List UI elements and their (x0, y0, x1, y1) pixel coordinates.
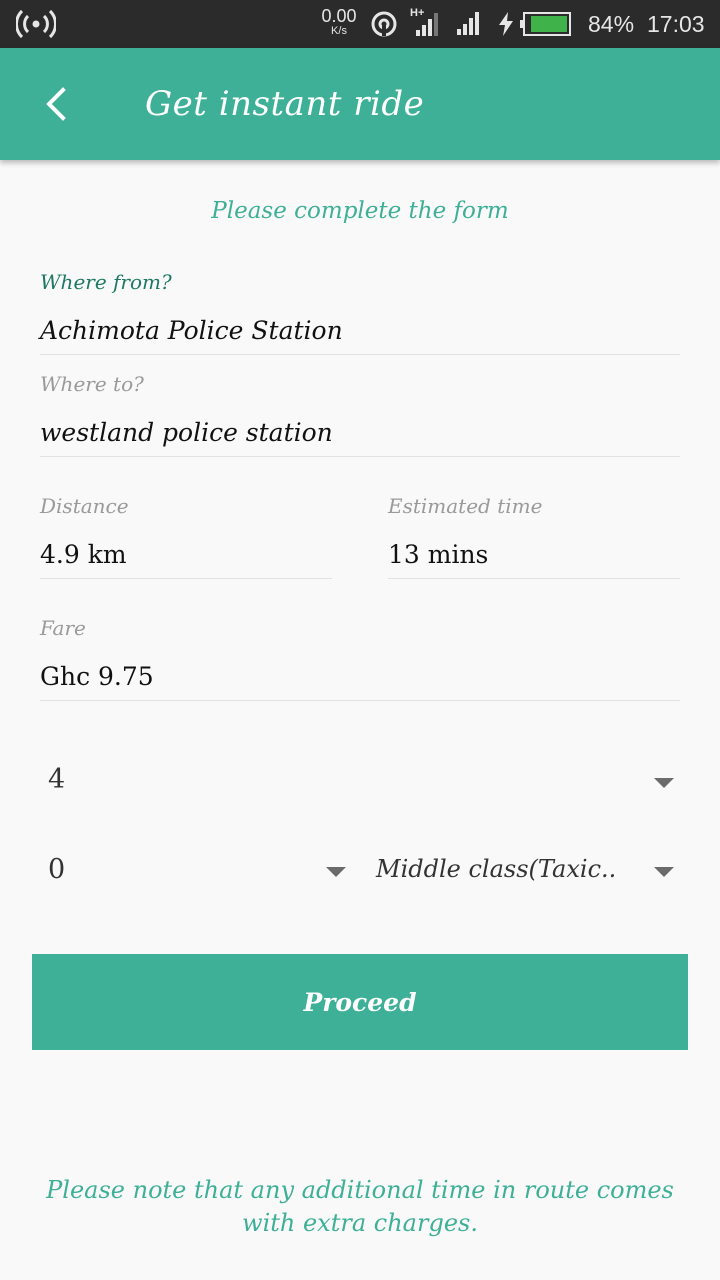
luggage-count-value: 0 (48, 854, 66, 885)
passenger-count-spinner[interactable]: 4 (40, 750, 680, 814)
app-bar: Get instant ride (0, 48, 720, 160)
vehicle-class-spinner[interactable]: Middle class(Taxic.. (368, 840, 680, 904)
hotspot-icon (16, 9, 56, 39)
network-speed: 0.00 K/s (318, 7, 360, 37)
where-from-field[interactable]: Where from? Achimota Police Station (40, 268, 680, 356)
clock: 17:03 (647, 11, 705, 37)
divider (40, 578, 332, 579)
divider (388, 578, 680, 579)
battery-icon (520, 12, 571, 36)
divider (40, 700, 680, 701)
dropdown-arrow-icon (654, 867, 674, 877)
status-bar: 0.00 K/s H+ 84% 17:03 (0, 0, 720, 48)
estimated-time-label: Estimated time (388, 494, 543, 518)
back-arrow-icon[interactable] (36, 82, 76, 126)
where-from-value: Achimota Police Station (40, 316, 343, 345)
speed-value: 0.00 (321, 6, 357, 26)
distance-field: Distance 4.9 km (40, 492, 332, 580)
page-title: Get instant ride (145, 84, 425, 124)
distance-value: 4.9 km (40, 540, 127, 569)
where-to-field[interactable]: Where to? westland police station (40, 370, 680, 458)
where-to-label: Where to? (40, 372, 144, 396)
proceed-button[interactable]: Proceed (32, 954, 688, 1050)
passenger-count-value: 4 (48, 764, 66, 795)
dropdown-arrow-icon (654, 778, 674, 788)
divider (40, 354, 680, 355)
charging-icon (499, 12, 513, 36)
signal-icon (457, 12, 479, 35)
vehicle-class-value: Middle class(Taxic.. (376, 855, 617, 883)
estimated-time-value: 13 mins (388, 540, 489, 569)
luggage-count-spinner[interactable]: 0 (40, 840, 356, 904)
fare-field: Fare Ghc 9.75 (40, 614, 680, 702)
dropdown-arrow-icon (326, 867, 346, 877)
fare-label: Fare (40, 616, 86, 640)
extra-charges-note: Please note that any additional time in … (46, 1176, 674, 1237)
where-from-label: Where from? (40, 270, 172, 294)
signal-icon: H+ (410, 7, 438, 36)
distance-label: Distance (40, 494, 129, 518)
estimated-time-field: Estimated time 13 mins (388, 492, 680, 580)
battery-percent: 84% (588, 11, 635, 37)
form-subtitle: Please complete the form (211, 198, 509, 224)
speed-unit: K/s (331, 25, 347, 37)
fare-value: Ghc 9.75 (40, 662, 154, 691)
nfc-icon (371, 11, 397, 37)
where-to-value: westland police station (40, 418, 333, 447)
network-type-label: H+ (410, 7, 424, 19)
divider (40, 456, 680, 457)
